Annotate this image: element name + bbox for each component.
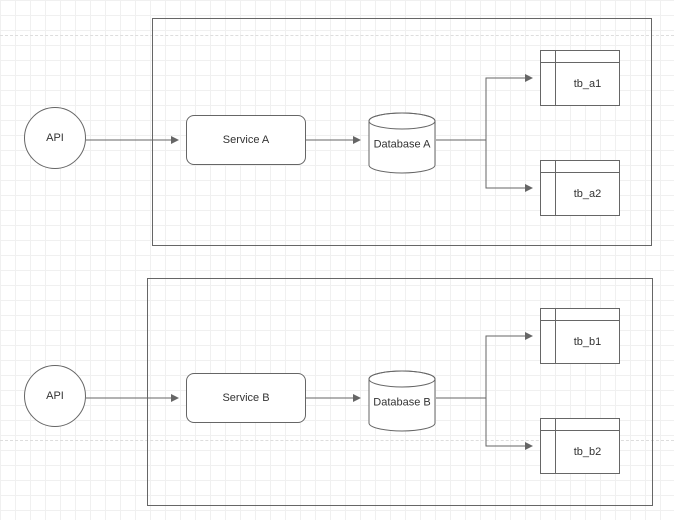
database-b: Database B — [368, 370, 436, 432]
api-label-bottom: API — [46, 390, 64, 402]
table-tb-b1-label: tb_b1 — [574, 336, 602, 348]
service-b-label: Service B — [222, 392, 269, 404]
table-tb-b2-label: tb_b2 — [574, 446, 602, 458]
database-a-label: Database A — [374, 138, 431, 151]
table-tb-a1: tb_a1 — [540, 50, 620, 106]
api-node-bottom: API — [24, 365, 86, 427]
service-b-box: Service B — [186, 373, 306, 423]
database-b-label: Database B — [373, 396, 430, 409]
table-tb-a2-label: tb_a2 — [574, 188, 602, 200]
service-a-label: Service A — [223, 134, 269, 146]
api-label-top: API — [46, 132, 64, 144]
table-tb-a1-label: tb_a1 — [574, 78, 602, 90]
table-tb-a2: tb_a2 — [540, 160, 620, 216]
service-a-box: Service A — [186, 115, 306, 165]
table-tb-b1: tb_b1 — [540, 308, 620, 364]
database-a: Database A — [368, 112, 436, 174]
table-tb-b2: tb_b2 — [540, 418, 620, 474]
api-node-top: API — [24, 107, 86, 169]
